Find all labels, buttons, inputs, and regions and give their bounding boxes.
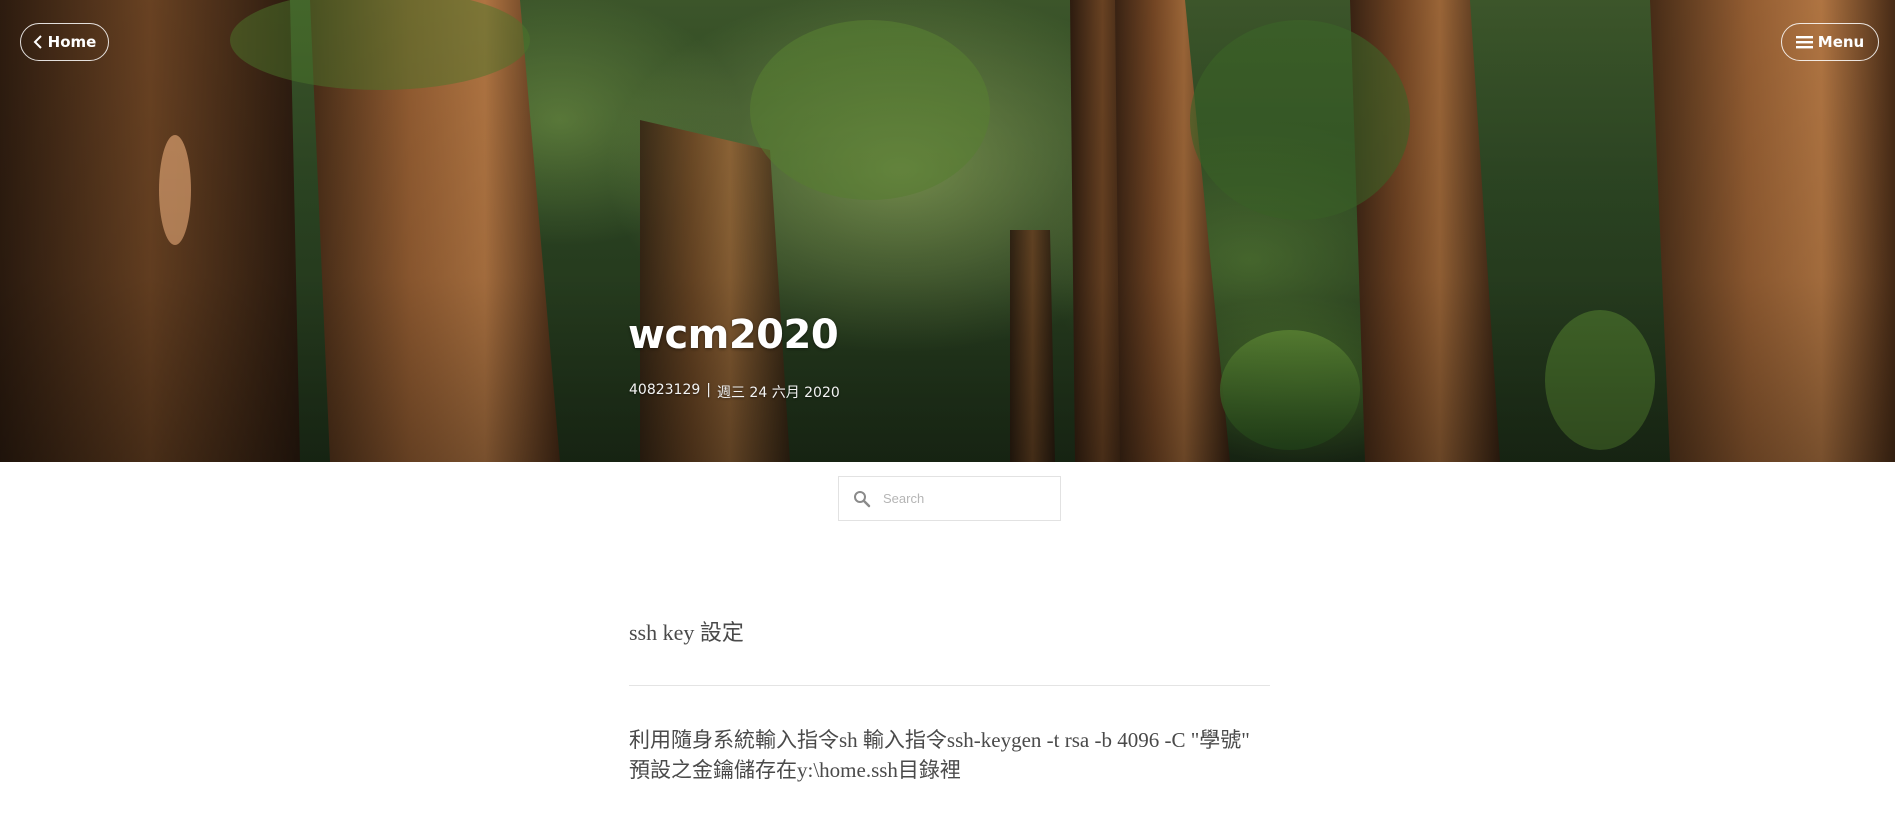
- hero-banner: Home Menu wcm2020 40823129 | 週三 24 六月 20…: [0, 0, 1895, 462]
- post-body: 利用隨身系統輸入指令sh 輸入指令ssh-keygen -t rsa -b 40…: [629, 728, 1250, 782]
- search-input[interactable]: [881, 490, 1045, 507]
- chevron-left-icon: [33, 35, 42, 49]
- menu-button-label: Menu: [1817, 33, 1865, 51]
- hamburger-menu-icon: [1795, 36, 1813, 49]
- site-title: wcm2020: [628, 312, 839, 358]
- home-button-label: Home: [47, 33, 97, 51]
- home-button[interactable]: Home: [20, 23, 109, 61]
- post-meta: 40823129 | 週三 24 六月 2020: [629, 382, 840, 402]
- search-bar[interactable]: [838, 476, 1061, 521]
- post-date: 週三 24 六月 2020: [716, 385, 840, 401]
- author-link[interactable]: 40823129: [629, 382, 700, 402]
- hero-overlay: [0, 0, 1895, 462]
- menu-button[interactable]: Menu: [1781, 23, 1879, 61]
- search-icon: [854, 490, 871, 507]
- post-title: ssh key 設定: [629, 620, 744, 645]
- divider: [629, 685, 1270, 686]
- meta-separator: |: [706, 382, 711, 398]
